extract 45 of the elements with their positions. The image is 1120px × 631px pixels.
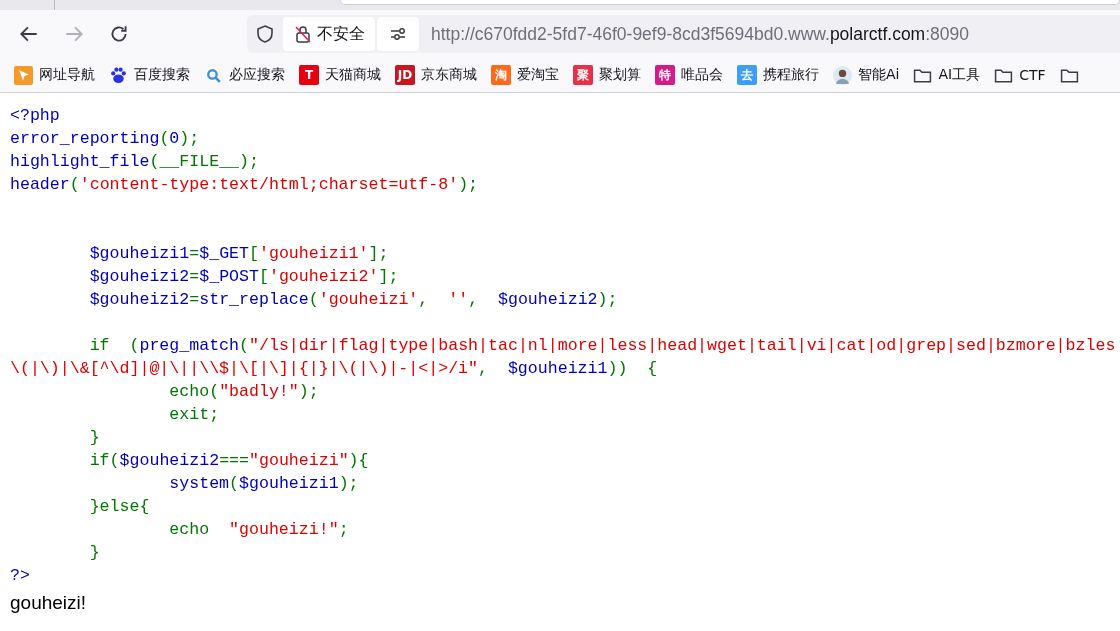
logo: 淘 — [491, 65, 511, 85]
security-button[interactable]: 不安全 — [283, 17, 375, 51]
url-text: http://c670fdd2-5fd7-46f0-9ef9-8cd3f5694bd0.www.polarctf.com:8090 — [431, 23, 969, 45]
bookmark-item[interactable]: JD 京东商城 — [395, 65, 477, 85]
code-line: exit; — [168, 404, 221, 426]
bookmark-item[interactable]: 淘 爱淘宝 — [491, 65, 559, 85]
code-line: echo "gouheizi!"; — [168, 519, 350, 541]
logo: 聚 — [573, 65, 593, 85]
paw-icon — [109, 65, 128, 85]
bookmark-item[interactable]: 百度搜索 — [109, 65, 190, 85]
code-line: header('content-type:text/html;charset=utf-8'); — [10, 174, 480, 196]
bookmark-folder[interactable]: AI工具 — [913, 65, 981, 85]
code-line: } — [88, 427, 101, 449]
bookmark-folder[interactable]: CTF — [994, 65, 1046, 85]
code-line: if($gouheizi2==="gouheizi"){ — [88, 450, 370, 472]
output-text: gouheizi! — [10, 592, 88, 614]
logo: 去 — [737, 65, 757, 85]
code-line: $gouheizi1=$_GET['gouheizi1']; — [88, 243, 390, 265]
code-line: echo("badly!"); — [168, 381, 320, 403]
code-line: }else{ — [88, 496, 151, 518]
code-line: system($gouheizi1); — [168, 473, 360, 495]
bookmark-item[interactable]: 聚 聚划算 — [573, 65, 641, 85]
code-line: error_reporting(0); — [10, 128, 201, 150]
code-line: ?> — [10, 565, 31, 587]
bookmark-item[interactable]: 特 唯品会 — [655, 65, 723, 85]
code-line: $gouheizi2=$_POST['gouheizi2']; — [88, 266, 400, 288]
bookmark-item[interactable]: 去 携程旅行 — [737, 65, 819, 85]
avatar-icon — [833, 65, 852, 85]
bookmark-item[interactable]: T 天猫商城 — [299, 65, 381, 85]
code-line: highlight_file(__FILE__); — [10, 151, 260, 173]
logo: JD — [395, 65, 415, 85]
bookmark-item[interactable]: 网址导航 — [14, 65, 95, 85]
code-line: } — [88, 542, 101, 564]
code-line: <?php — [10, 105, 61, 127]
logo: T — [299, 65, 319, 85]
permissions-button[interactable] — [377, 17, 419, 51]
code-line: if (preg_match("/ls|dir|flag|type|bash|tac|nl|more|less|head|wget|tail|vi|cat|od|grep|sed|bzmore|bzles — [88, 335, 1117, 357]
code-line: $gouheizi2=str_replace('gouheizi', '', $gouheizi2); — [88, 289, 619, 311]
bookmark-item[interactable]: 必应搜索 — [204, 65, 285, 85]
lock-slash-icon — [293, 24, 313, 44]
address-bar[interactable]: 不安全 http://c670fdd2-5fd7-46f0-9ef9-8cd3f5694bd0.www.polarctf.com:8090 — [247, 15, 1120, 53]
code-line: \(|\)|\&[^\d]|@|\||\\$|\[|\]|{|}|\(|\)|-|<|>/i", $gouheizi1)) { — [10, 358, 659, 380]
bookmark-item[interactable]: 智能Ai — [833, 65, 900, 85]
logo: 特 — [655, 65, 675, 85]
shield-icon[interactable] — [255, 24, 275, 44]
